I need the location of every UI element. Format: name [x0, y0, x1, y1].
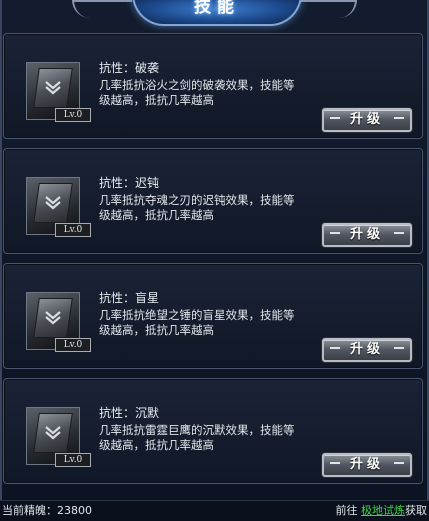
- chevron-rune-icon: [45, 311, 61, 325]
- skill-description: 几率抵抗雷霆巨鹰的沉默效果，技能等级越高，抵抗几率越高: [99, 423, 295, 452]
- skill-icon[interactable]: Lv.0: [26, 407, 91, 467]
- skill-name: 盲星: [135, 291, 160, 305]
- title-ornament-left: [72, 0, 132, 18]
- button-ornament-right: [394, 347, 404, 353]
- skill-name-row: 抗性：迟钝: [99, 174, 159, 191]
- skill-name: 迟钝: [135, 176, 160, 190]
- goto-prefix: 前往: [335, 504, 358, 517]
- resist-label: 抗性：: [99, 406, 136, 420]
- skill-name-row: 抗性：沉默: [99, 404, 159, 421]
- title-banner: 技能: [132, 0, 302, 26]
- upgrade-button[interactable]: 升级: [322, 108, 412, 132]
- resist-label: 抗性：: [99, 176, 136, 190]
- essence-label: 当前精魄：: [2, 504, 57, 517]
- skill-card: Lv.0 抗性：沉默 几率抵抗雷霆巨鹰的沉默效果，技能等级越高，抵抗几率越高 升…: [3, 378, 423, 484]
- button-ornament-left: [330, 117, 340, 123]
- upgrade-button[interactable]: 升级: [322, 453, 412, 477]
- upgrade-button-label: 升级: [349, 342, 384, 357]
- skill-card: Lv.0 抗性：迟钝 几率抵抗夺魂之刃的迟钝效果，技能等级越高，抵抗几率越高 升…: [3, 148, 423, 254]
- chevron-rune-icon: [45, 81, 61, 95]
- skill-icon[interactable]: Lv.0: [26, 62, 91, 122]
- skill-description: 几率抵抗绝望之锤的盲星效果，技能等级越高，抵抗几率越高: [99, 308, 295, 337]
- button-ornament-right: [394, 232, 404, 238]
- button-ornament-right: [394, 462, 404, 468]
- chevron-rune-icon: [45, 426, 61, 440]
- button-ornament-left: [330, 232, 340, 238]
- goto-suffix: 获取: [405, 504, 427, 517]
- upgrade-button[interactable]: 升级: [322, 223, 412, 247]
- skill-card: Lv.0 抗性：盲星 几率抵抗绝望之锤的盲星效果，技能等级越高，抵抗几率越高 升…: [3, 263, 423, 369]
- title-ornament-right: [297, 0, 357, 18]
- upgrade-button-label: 升级: [349, 457, 384, 472]
- polar-trial-link[interactable]: 极地试炼: [361, 504, 405, 517]
- resist-label: 抗性：: [99, 61, 136, 75]
- skill-icon[interactable]: Lv.0: [26, 292, 91, 352]
- skill-description: 几率抵抗浴火之剑的破袭效果，技能等级越高，抵抗几率越高: [99, 78, 295, 107]
- skill-name: 破袭: [135, 61, 160, 75]
- button-ornament-right: [394, 117, 404, 123]
- skill-icon[interactable]: Lv.0: [26, 177, 91, 237]
- skill-level-badge: Lv.0: [55, 223, 91, 237]
- essence-value: 23800: [57, 504, 92, 517]
- skill-name: 沉默: [135, 406, 160, 420]
- skill-level-badge: Lv.0: [55, 453, 91, 467]
- skill-card: Lv.0 抗性：破袭 几率抵抗浴火之剑的破袭效果，技能等级越高，抵抗几率越高 升…: [3, 33, 423, 139]
- skill-name-row: 抗性：盲星: [99, 289, 159, 306]
- skill-level-badge: Lv.0: [55, 108, 91, 122]
- skill-name-row: 抗性：破袭: [99, 59, 159, 76]
- button-ornament-left: [330, 462, 340, 468]
- essence-display: 当前精魄：23800: [2, 501, 92, 521]
- upgrade-button-label: 升级: [349, 227, 384, 242]
- skill-description: 几率抵抗夺魂之刃的迟钝效果，技能等级越高，抵抗几率越高: [99, 193, 295, 222]
- button-ornament-left: [330, 347, 340, 353]
- resist-label: 抗性：: [99, 291, 136, 305]
- panel-title: 技能: [194, 0, 240, 17]
- upgrade-button[interactable]: 升级: [322, 338, 412, 362]
- chevron-rune-icon: [45, 196, 61, 210]
- skill-level-badge: Lv.0: [55, 338, 91, 352]
- goto-hint: 前往 极地试炼获取: [336, 501, 428, 521]
- footer-bar: 当前精魄：23800 前往 极地试炼获取: [0, 500, 429, 521]
- upgrade-button-label: 升级: [349, 112, 384, 127]
